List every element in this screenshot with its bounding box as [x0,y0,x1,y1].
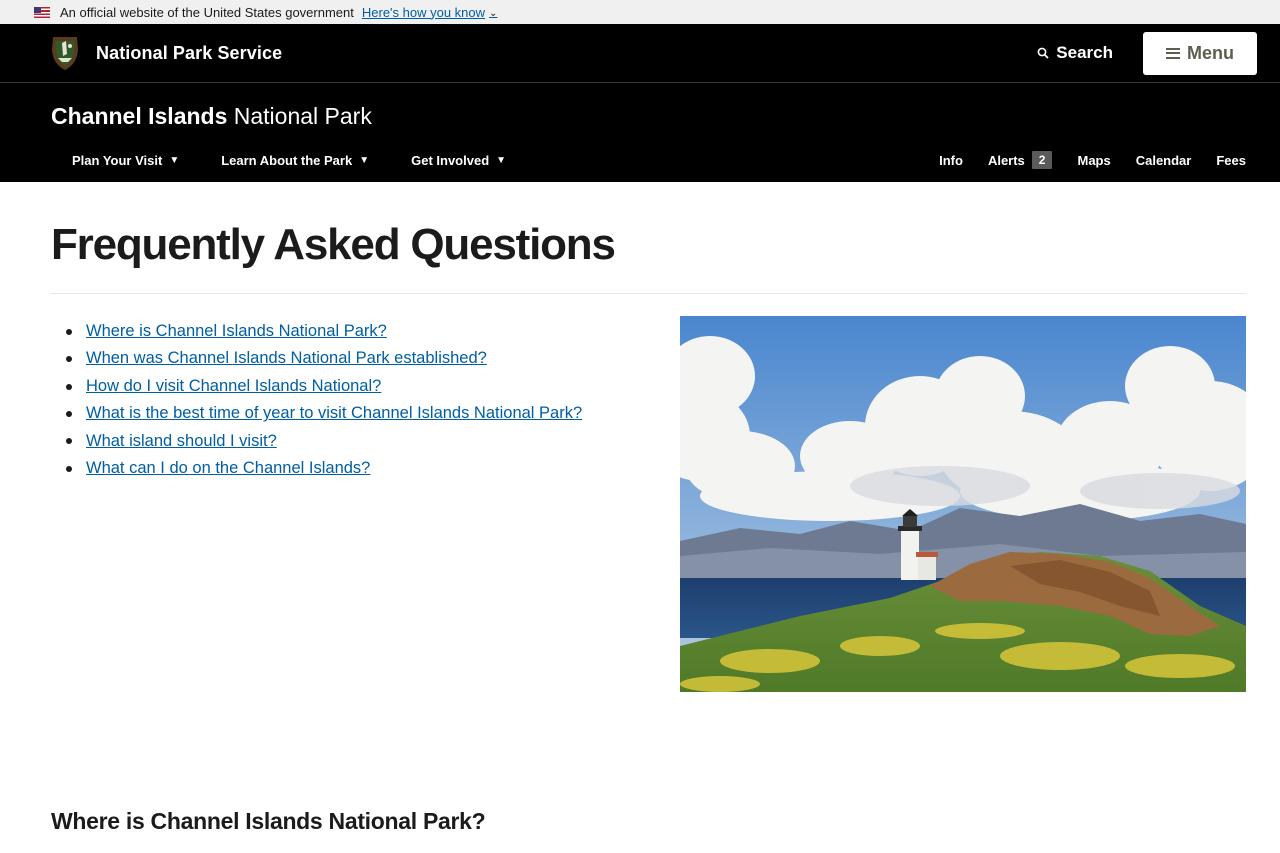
nav-get-involved[interactable]: Get Involved ▼ [411,153,506,168]
faq-link[interactable]: What island should I visit? [86,428,277,455]
nav-alerts[interactable]: Alerts 2 [988,151,1053,169]
hamburger-icon [1166,47,1180,59]
faq-link[interactable]: How do I visit Channel Islands National? [86,373,381,400]
list-item: What can I do on the Channel Islands? [66,455,680,482]
nav-fees[interactable]: Fees [1216,153,1246,168]
site-header: National Park Service Search Menu [0,24,1280,83]
nav-alerts-label: Alerts [987,152,1025,168]
dropdown-triangle-icon: ▼ [169,154,180,166]
park-bar: Channel Islands National Park Plan Your … [0,83,1280,182]
lighthouse-photo [680,316,1246,692]
nps-arrowhead-logo-icon[interactable] [50,34,80,72]
nav-plan-your-visit-label: Plan Your Visit [72,152,163,168]
search-icon [1037,47,1049,59]
menu-button[interactable]: Menu [1143,31,1257,75]
bullet-icon [66,383,72,390]
faq-link-list: Where is Channel Islands National Park? … [51,316,680,692]
agency-name[interactable]: National Park Service [96,43,282,64]
page-title: Frequently Asked Questions [51,220,616,269]
bullet-icon [66,328,72,335]
list-item: When was Channel Islands National Park e… [66,345,680,372]
faq-area: Where is Channel Islands National Park? … [51,316,1246,692]
list-item: How do I visit Channel Islands National? [66,373,680,400]
dropdown-triangle-icon: ▼ [359,154,370,166]
heres-how-you-know-label: Here's how you know [361,4,486,20]
park-name-light: National Park [233,103,372,129]
nav-plan-your-visit[interactable]: Plan Your Visit ▼ [72,153,179,168]
faq-link[interactable]: When was Channel Islands National Park e… [86,345,487,372]
title-divider [51,293,1246,294]
bullet-icon [66,465,72,472]
search-button[interactable]: Search [1036,43,1113,63]
section-heading: Where is Channel Islands National Park? [51,808,486,834]
faq-link[interactable]: What can I do on the Channel Islands? [86,455,370,482]
nav-info[interactable]: Info [939,153,963,168]
chevron-down-icon: ⌄ [489,7,498,19]
bullet-icon [66,438,72,445]
park-name[interactable]: Channel Islands National Park [51,83,1246,130]
us-flag-icon [34,6,50,18]
gov-banner: An official website of the United States… [0,0,1280,24]
bullet-icon [66,410,72,417]
nav-learn-about-the-park-label: Learn About the Park [221,152,353,168]
faq-link[interactable]: Where is Channel Islands National Park? [86,318,387,345]
alerts-count-badge: 2 [1031,151,1053,169]
list-item: What is the best time of year to visit C… [66,400,680,427]
list-item: Where is Channel Islands National Park? [66,318,680,345]
menu-label: Menu [1187,42,1234,63]
park-name-bold: Channel Islands [51,103,228,129]
list-item: What island should I visit? [66,428,680,455]
dropdown-triangle-icon: ▼ [496,154,507,166]
bullet-icon [66,356,72,363]
faq-link[interactable]: What is the best time of year to visit C… [86,400,582,427]
gov-banner-text: An official website of the United States… [60,4,354,20]
nav-maps[interactable]: Maps [1077,153,1110,168]
nav-get-involved-label: Get Involved [411,152,490,168]
nav-calendar[interactable]: Calendar [1136,153,1192,168]
nav-learn-about-the-park[interactable]: Learn About the Park ▼ [221,153,369,168]
park-nav: Plan Your Visit ▼ Learn About the Park ▼… [0,145,1280,175]
main-content: Frequently Asked Questions Where is Chan… [0,182,1280,835]
heres-how-you-know-link[interactable]: Here's how you know ⌄ [362,5,498,20]
search-label: Search [1056,43,1113,62]
